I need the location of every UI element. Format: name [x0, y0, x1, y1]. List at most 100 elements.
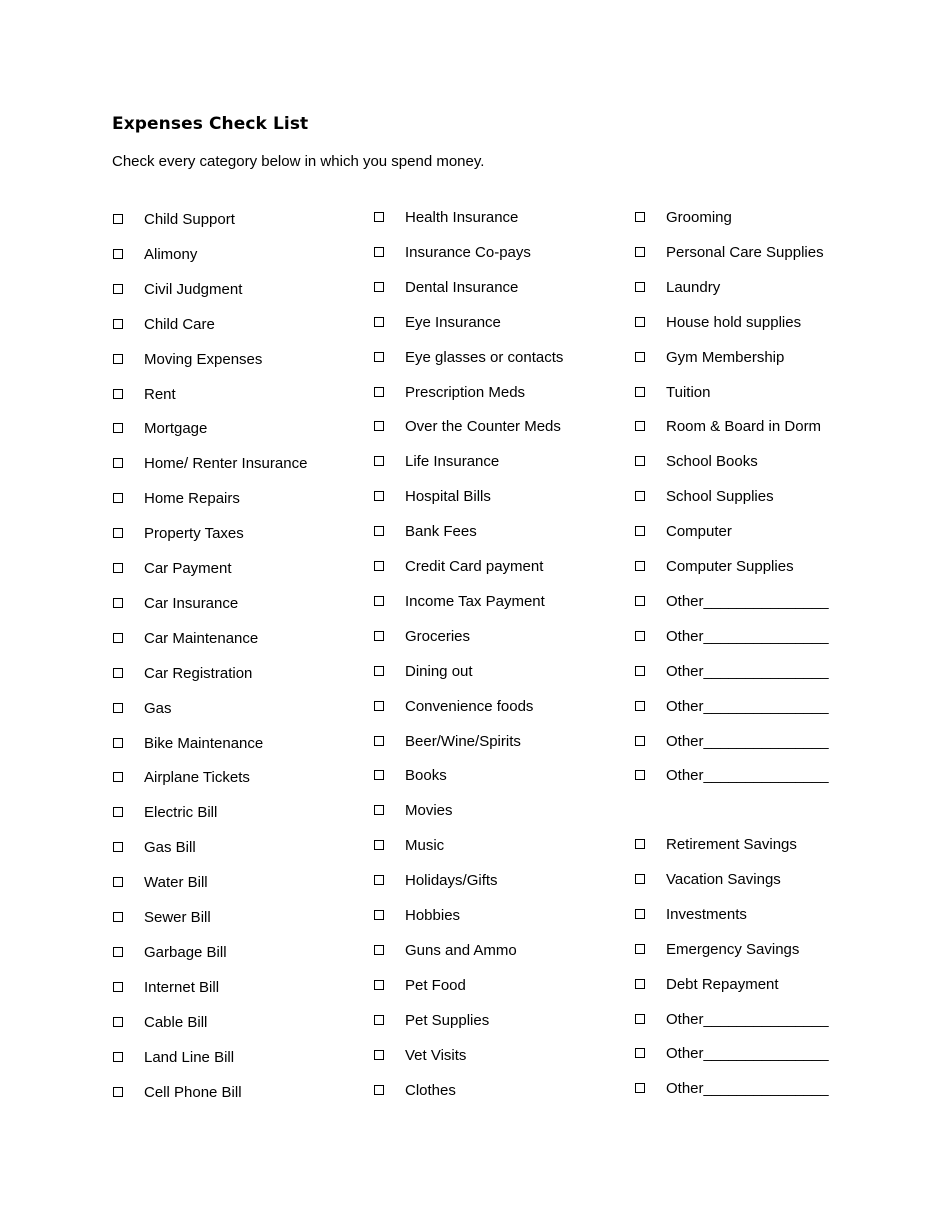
checkbox[interactable]	[113, 318, 123, 329]
checkbox[interactable]	[374, 595, 384, 606]
checkbox[interactable]	[635, 665, 645, 676]
checkbox[interactable]	[113, 946, 123, 957]
checklist-item-label: Water Bill	[144, 874, 208, 892]
checkbox[interactable]	[374, 212, 384, 222]
checkbox[interactable]	[113, 632, 123, 643]
checkbox[interactable]	[113, 1086, 123, 1097]
checkbox[interactable]	[635, 212, 645, 222]
checkbox[interactable]	[635, 561, 645, 571]
checklist-item-label: Land Line Bill	[144, 1048, 235, 1066]
checkbox[interactable]	[374, 1084, 384, 1095]
checkbox[interactable]	[113, 702, 123, 713]
checkbox[interactable]	[374, 630, 384, 641]
checklist-item-label: Other_______________	[666, 627, 829, 645]
checkbox[interactable]	[635, 770, 645, 781]
checkbox[interactable]	[635, 421, 645, 432]
checkbox[interactable]	[374, 456, 384, 467]
checklist-item-label: Other_______________	[666, 662, 829, 680]
checklist-item-label: Electric Bill	[144, 804, 218, 822]
checkbox[interactable]	[635, 281, 645, 292]
checklist-item-label: Car Registration	[144, 664, 253, 682]
checkbox[interactable]	[635, 978, 645, 989]
checklist-item-label: Other_______________	[666, 1080, 829, 1098]
checkbox[interactable]	[374, 910, 384, 920]
checkbox[interactable]	[113, 214, 123, 224]
checkbox[interactable]	[635, 700, 645, 711]
checklist-item-label: Mortgage	[144, 420, 208, 438]
checkbox[interactable]	[635, 630, 645, 641]
checkbox[interactable]	[113, 458, 123, 469]
checkbox[interactable]	[374, 1014, 384, 1025]
checkbox[interactable]	[374, 561, 384, 571]
checkbox[interactable]	[113, 563, 123, 573]
checkbox[interactable]	[635, 386, 645, 397]
checkbox[interactable]	[374, 351, 384, 362]
checkbox[interactable]	[113, 842, 123, 853]
checkbox[interactable]	[374, 491, 384, 502]
checklist-item-label: Eye Insurance	[405, 313, 501, 331]
checkbox[interactable]	[635, 246, 645, 257]
checkbox[interactable]	[374, 246, 384, 257]
checklist-item-label: Vet Visits	[405, 1046, 467, 1064]
checkbox[interactable]	[113, 737, 123, 748]
checklist-item-label: Other_______________	[666, 1045, 829, 1063]
checkbox[interactable]	[635, 908, 645, 919]
checkbox[interactable]	[635, 1048, 645, 1059]
checkbox[interactable]	[374, 386, 384, 397]
checkbox[interactable]	[113, 597, 123, 608]
checkbox[interactable]	[374, 281, 384, 292]
checkbox[interactable]	[113, 667, 123, 678]
checkbox[interactable]	[635, 735, 645, 746]
checklist-item-label: Child Support	[144, 211, 235, 228]
checkbox[interactable]	[374, 700, 384, 711]
checklist-item-label: Books	[405, 767, 447, 785]
checkbox[interactable]	[374, 875, 384, 886]
checkbox[interactable]	[635, 456, 645, 467]
checkbox[interactable]	[635, 491, 645, 502]
checklist-item-label: Grooming	[666, 209, 732, 226]
checkbox[interactable]	[374, 979, 384, 990]
checkbox[interactable]	[113, 248, 123, 259]
checkbox[interactable]	[113, 528, 123, 539]
checklist-item-label: Home Repairs	[144, 490, 240, 508]
checkbox[interactable]	[374, 840, 384, 851]
checkbox[interactable]	[113, 423, 123, 434]
checkbox[interactable]	[374, 1049, 384, 1060]
checkbox[interactable]	[635, 839, 645, 849]
checklist-item-label: Rent	[144, 385, 176, 403]
checkbox[interactable]	[635, 1083, 645, 1094]
checkbox[interactable]	[635, 943, 645, 954]
checkbox[interactable]	[113, 807, 123, 818]
checkbox[interactable]	[113, 772, 123, 783]
checkbox[interactable]	[635, 873, 645, 884]
checkbox[interactable]	[113, 493, 123, 504]
checklist-item-label: Civil Judgment	[144, 280, 243, 298]
checklist-item-label: Car Payment	[144, 560, 232, 577]
checkbox[interactable]	[374, 805, 384, 816]
checkbox[interactable]	[113, 981, 123, 992]
checkbox[interactable]	[374, 526, 384, 537]
checklist-item-label: Convenience foods	[405, 697, 534, 715]
checkbox[interactable]	[635, 526, 645, 537]
checkbox[interactable]	[113, 1016, 123, 1027]
checklist-item-label: Home/ Renter Insurance	[144, 455, 308, 473]
checkbox[interactable]	[374, 421, 384, 432]
checkbox[interactable]	[113, 388, 123, 399]
checkbox[interactable]	[113, 283, 123, 294]
checklist-item-label: Debt Repayment	[666, 975, 779, 993]
checkbox[interactable]	[113, 353, 123, 364]
checkbox[interactable]	[374, 665, 384, 676]
checklist-item-label: Pet Supplies	[405, 1011, 490, 1029]
checkbox[interactable]	[374, 770, 384, 781]
checkbox[interactable]	[635, 595, 645, 606]
checkbox[interactable]	[113, 1051, 123, 1062]
checkbox[interactable]	[374, 316, 384, 327]
checkbox[interactable]	[374, 735, 384, 746]
checkbox[interactable]	[635, 1013, 645, 1024]
checkbox[interactable]	[374, 944, 384, 955]
checklist-item-label: Music	[405, 837, 445, 855]
checkbox[interactable]	[113, 912, 123, 922]
checkbox[interactable]	[635, 351, 645, 362]
checkbox[interactable]	[113, 877, 123, 888]
checkbox[interactable]	[635, 316, 645, 327]
